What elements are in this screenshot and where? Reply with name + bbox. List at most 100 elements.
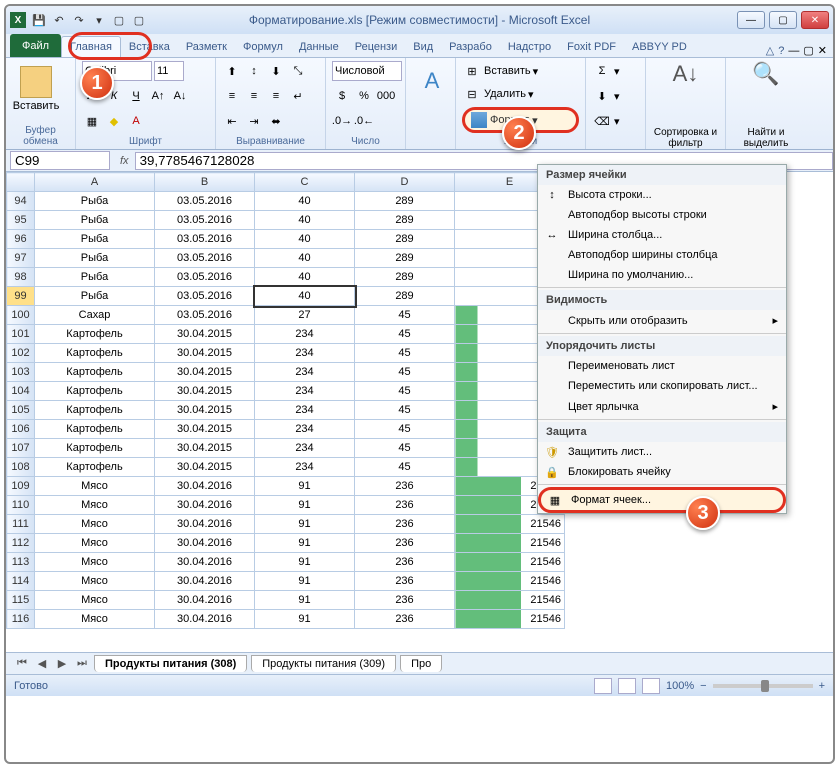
row-header[interactable]: 103 <box>7 363 35 382</box>
cell[interactable]: 45 <box>355 325 455 344</box>
cell[interactable]: 21546 <box>455 591 565 610</box>
cell[interactable]: 30.04.2016 <box>155 591 255 610</box>
cell[interactable]: 234 <box>255 439 355 458</box>
row-header[interactable]: 97 <box>7 249 35 268</box>
qat-custom2-icon[interactable]: ▢ <box>130 11 148 29</box>
sort-filter-label[interactable]: Сортировка и фильтр <box>652 127 719 149</box>
tab-view[interactable]: Вид <box>405 37 441 57</box>
cell[interactable]: 289 <box>355 230 455 249</box>
tab-developer[interactable]: Разрабо <box>441 37 500 57</box>
sheet-nav-prev-icon[interactable]: ◀ <box>34 657 50 670</box>
increase-indent-icon[interactable]: ⇥ <box>244 111 264 131</box>
row-header[interactable]: 99 <box>7 287 35 306</box>
cell[interactable]: 30.04.2016 <box>155 477 255 496</box>
save-icon[interactable]: 💾 <box>30 11 48 29</box>
cell[interactable]: 289 <box>355 211 455 230</box>
row-header[interactable]: 111 <box>7 515 35 534</box>
cell[interactable]: 45 <box>355 363 455 382</box>
dd-protect-sheet[interactable]: 🛡Защитить лист... <box>538 442 786 462</box>
cell[interactable]: 236 <box>355 477 455 496</box>
row-header[interactable]: 101 <box>7 325 35 344</box>
cell[interactable]: Мясо <box>35 591 155 610</box>
cell[interactable]: 40 <box>255 249 355 268</box>
cell[interactable]: 03.05.2016 <box>155 192 255 211</box>
cell[interactable]: 30.04.2016 <box>155 515 255 534</box>
cell[interactable]: Картофель <box>35 344 155 363</box>
doc-minimize-icon[interactable]: — <box>788 45 799 57</box>
cell[interactable]: 30.04.2016 <box>155 534 255 553</box>
cell[interactable]: Картофель <box>35 420 155 439</box>
cell[interactable]: Мясо <box>35 477 155 496</box>
cell[interactable]: 91 <box>255 610 355 629</box>
redo-icon[interactable]: ↷ <box>70 11 88 29</box>
tab-foxit[interactable]: Foxit PDF <box>559 37 624 57</box>
sheet-nav-last-icon[interactable]: ⏭ <box>74 657 90 670</box>
cell[interactable]: 45 <box>355 458 455 477</box>
cell[interactable]: 234 <box>255 420 355 439</box>
cell[interactable]: Картофель <box>35 363 155 382</box>
minimize-ribbon-icon[interactable]: △ <box>766 44 774 57</box>
tab-data[interactable]: Данные <box>291 37 347 57</box>
cell[interactable]: 30.04.2015 <box>155 439 255 458</box>
cell[interactable]: 234 <box>255 382 355 401</box>
doc-close-icon[interactable]: ✕ <box>818 44 827 57</box>
row-header[interactable]: 105 <box>7 401 35 420</box>
dd-row-height[interactable]: ↕Высота строки... <box>538 185 786 205</box>
dd-default-width[interactable]: Ширина по умолчанию... <box>538 265 786 285</box>
cell[interactable]: Рыба <box>35 211 155 230</box>
cell[interactable]: 45 <box>355 306 455 325</box>
cell[interactable]: Рыба <box>35 287 155 306</box>
cell[interactable]: 236 <box>355 591 455 610</box>
cell[interactable]: 236 <box>355 515 455 534</box>
cell[interactable]: 30.04.2016 <box>155 553 255 572</box>
zoom-in-icon[interactable]: + <box>819 680 825 692</box>
row-header[interactable]: 109 <box>7 477 35 496</box>
cell[interactable]: 03.05.2016 <box>155 211 255 230</box>
align-left-icon[interactable]: ≡ <box>222 86 242 106</box>
dd-autofit-row[interactable]: Автоподбор высоты строки <box>538 205 786 225</box>
cell[interactable]: 30.04.2015 <box>155 344 255 363</box>
cell[interactable]: 234 <box>255 325 355 344</box>
cell[interactable]: 30.04.2015 <box>155 458 255 477</box>
undo-icon[interactable]: ↶ <box>50 11 68 29</box>
cell[interactable]: 30.04.2016 <box>155 572 255 591</box>
col-header-a[interactable]: A <box>35 173 155 192</box>
cell[interactable]: 40 <box>255 287 355 306</box>
cell[interactable]: 03.05.2016 <box>155 287 255 306</box>
align-center-icon[interactable]: ≡ <box>244 86 264 106</box>
tab-addins[interactable]: Надстро <box>500 37 559 57</box>
col-header-c[interactable]: C <box>255 173 355 192</box>
cell[interactable]: 236 <box>355 572 455 591</box>
view-layout-icon[interactable] <box>618 678 636 694</box>
cell[interactable]: 30.04.2015 <box>155 382 255 401</box>
minimize-button[interactable]: — <box>737 11 765 29</box>
sort-filter-icon[interactable]: A↓ <box>652 61 719 87</box>
fx-icon[interactable]: fx <box>114 155 135 167</box>
cell[interactable]: 234 <box>255 344 355 363</box>
sheet-nav-next-icon[interactable]: ▶ <box>54 657 70 670</box>
cell[interactable]: 236 <box>355 496 455 515</box>
sheet-tab-2[interactable]: Продукты питания (309) <box>251 655 396 672</box>
align-right-icon[interactable]: ≡ <box>266 86 286 106</box>
cell[interactable]: 03.05.2016 <box>155 306 255 325</box>
cell[interactable]: 45 <box>355 401 455 420</box>
number-format-select[interactable] <box>332 61 402 81</box>
dd-move-copy-sheet[interactable]: Переместить или скопировать лист... <box>538 376 786 396</box>
row-header[interactable]: 114 <box>7 572 35 591</box>
row-header[interactable]: 106 <box>7 420 35 439</box>
cell[interactable]: 91 <box>255 477 355 496</box>
cell[interactable]: 234 <box>255 458 355 477</box>
cell[interactable]: Рыба <box>35 230 155 249</box>
tab-formulas[interactable]: Формул <box>235 37 291 57</box>
cell[interactable]: 91 <box>255 515 355 534</box>
sheet-tab-3[interactable]: Про <box>400 655 442 672</box>
increase-decimal-icon[interactable]: .0→ <box>332 111 352 131</box>
cell[interactable]: 30.04.2015 <box>155 420 255 439</box>
align-middle-icon[interactable]: ↕ <box>244 61 264 81</box>
cell[interactable]: 21546 <box>455 515 565 534</box>
row-header[interactable]: 115 <box>7 591 35 610</box>
cell[interactable]: 21546 <box>455 534 565 553</box>
cell[interactable]: 21546 <box>455 610 565 629</box>
cell[interactable]: 03.05.2016 <box>155 230 255 249</box>
cell[interactable]: 21546 <box>455 572 565 591</box>
